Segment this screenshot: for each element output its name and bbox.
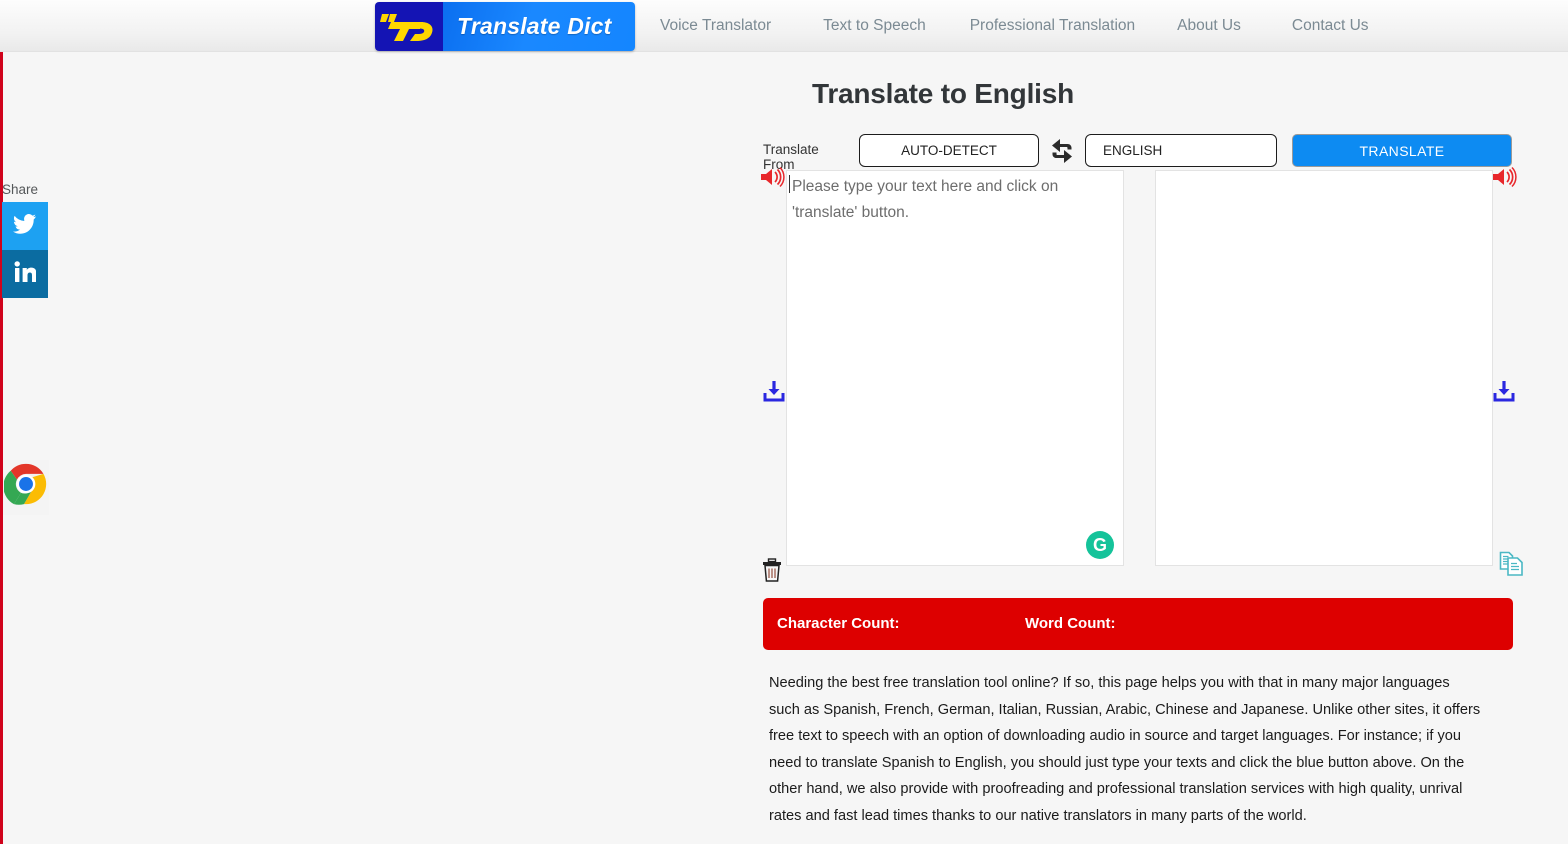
character-count-label: Character Count: xyxy=(777,615,900,632)
counts-bar: Character Count: Word Count: xyxy=(763,598,1513,650)
grammarly-badge-icon[interactable]: G xyxy=(1086,531,1114,559)
nav-item-professional-translation[interactable]: Professional Translation xyxy=(970,17,1135,35)
site-header: Translate Dict Voice Translator Text to … xyxy=(0,0,1568,52)
chrome-icon[interactable] xyxy=(3,460,49,515)
source-download-icon[interactable] xyxy=(762,379,786,403)
source-speaker-icon[interactable] xyxy=(760,166,786,188)
page-title: Translate to English xyxy=(811,78,1075,109)
word-count-label: Word Count: xyxy=(1025,615,1116,632)
nav-item-contact-us[interactable]: Contact Us xyxy=(1292,17,1369,35)
share-button-linkedin[interactable] xyxy=(2,250,48,298)
copy-translation-icon[interactable] xyxy=(1498,550,1526,578)
main-nav: Voice Translator Text to Speech Professi… xyxy=(660,0,1369,52)
logo-wordmark: Translate Dict xyxy=(443,2,635,51)
source-placeholder-text: Please type your text here and click on … xyxy=(792,178,1059,221)
source-textarea[interactable] xyxy=(786,170,1124,566)
swap-languages-icon[interactable] xyxy=(1047,135,1077,167)
nav-item-text-to-speech[interactable]: Text to Speech xyxy=(823,17,926,35)
share-label: Share xyxy=(2,182,39,197)
target-textarea[interactable] xyxy=(1155,170,1493,566)
share-button-twitter[interactable] xyxy=(2,202,48,250)
left-edge-rail xyxy=(0,50,3,844)
text-caret xyxy=(789,175,790,193)
target-download-icon[interactable] xyxy=(1492,379,1516,403)
linkedin-icon xyxy=(14,260,37,288)
page-description: Needing the best free translation tool o… xyxy=(769,675,1481,824)
source-language-select[interactable]: AUTO-DETECT xyxy=(859,134,1039,167)
nav-item-about-us[interactable]: About Us xyxy=(1177,17,1241,35)
target-language-select[interactable]: ENGLISH xyxy=(1085,134,1277,167)
twitter-icon xyxy=(13,213,37,239)
nav-item-voice-translator[interactable]: Voice Translator xyxy=(660,17,771,35)
translate-button[interactable]: TRANSLATE xyxy=(1292,134,1512,167)
logo-mark-icon xyxy=(375,2,443,51)
target-speaker-icon[interactable] xyxy=(1492,166,1518,188)
clear-source-trash-icon[interactable] xyxy=(761,558,783,582)
site-logo[interactable]: Translate Dict xyxy=(375,2,635,51)
